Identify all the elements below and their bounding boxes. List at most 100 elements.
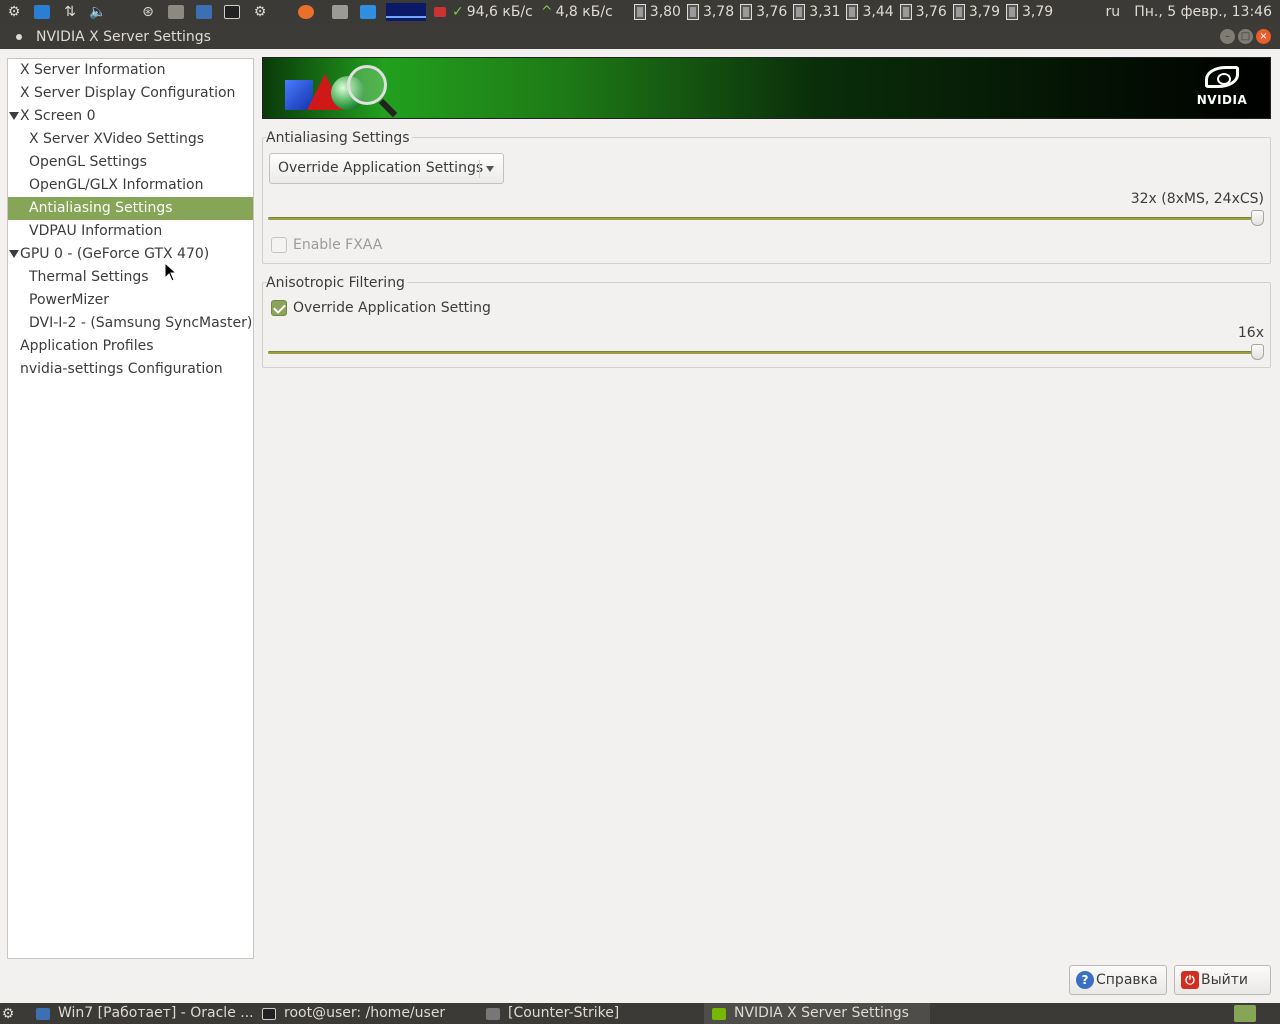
- cpu-frequency-item: 3,31: [793, 4, 840, 20]
- cpu-frequency-value: 3,79: [968, 4, 1000, 20]
- antialiasing-mode-select[interactable]: Override Application Settings: [269, 153, 504, 184]
- disk-icon[interactable]: [165, 2, 187, 22]
- package-icon[interactable]: [357, 2, 379, 22]
- volume-icon[interactable]: 🔈: [87, 2, 109, 22]
- anisotropic-slider-value: 16x: [1237, 325, 1264, 341]
- magnifier-icon: [347, 65, 387, 105]
- counter-strike-task-icon: [486, 1007, 500, 1020]
- sidebar-item-label: Thermal Settings: [29, 268, 149, 285]
- cpu-chip-icon: [846, 4, 859, 20]
- network-icon[interactable]: ⇅: [59, 2, 81, 22]
- chevron-down-icon: [486, 166, 494, 172]
- antialiasing-section-label: Antialiasing Settings: [266, 129, 412, 147]
- sidebar-item-opengl-glx-information[interactable]: OpenGL/GLX Information: [8, 174, 253, 197]
- expander-arrow-icon[interactable]: [9, 249, 19, 258]
- system-monitor-icon[interactable]: ⊛: [137, 2, 159, 22]
- anisotropic-slider[interactable]: [268, 351, 1264, 354]
- taskbar-item-active[interactable]: NVIDIA X Server Settings: [704, 1003, 930, 1024]
- sidebar-item-nvidia-settings-configuration[interactable]: nvidia-settings Configuration: [8, 358, 253, 381]
- net-down: ✓ 94,6 кБ/с: [452, 4, 533, 20]
- quit-button-label: Выйти: [1201, 972, 1249, 988]
- anisotropic-slider-handle[interactable]: [1251, 344, 1264, 360]
- steam-icon[interactable]: ⚙: [3, 2, 25, 22]
- sidebar-item-display-configuration[interactable]: X Server Display Configuration: [8, 82, 253, 105]
- cpu-frequency-item: 3,79: [1005, 4, 1053, 20]
- antialiasing-slider[interactable]: [268, 217, 1264, 220]
- up-arrow-icon: ^: [540, 4, 553, 20]
- sidebar-item-label: X Server Display Configuration: [20, 84, 236, 101]
- sidebar-item-opengl-settings[interactable]: OpenGL Settings: [8, 151, 253, 174]
- combo-separator: [479, 160, 480, 178]
- sidebar-item-thermal-settings[interactable]: Thermal Settings: [8, 266, 253, 289]
- antialiasing-slider-value: 32x (8xMS, 24xCS): [1130, 191, 1264, 207]
- sidebar-item-xvideo-settings[interactable]: X Server XVideo Settings: [8, 128, 253, 151]
- sidebar-item-label: X Server Information: [20, 61, 166, 78]
- net-up: ^ 4,8 кБ/с: [541, 4, 613, 20]
- help-button[interactable]: ? Справка: [1069, 965, 1167, 995]
- window-title-bar[interactable]: NVIDIA X Server Settings – □ ×: [0, 24, 1280, 49]
- cpu-frequency-value: 3,76: [756, 4, 788, 20]
- help-button-label: Справка: [1096, 972, 1158, 988]
- antialiasing-mode-value: Override Application Settings: [278, 160, 484, 176]
- antialiasing-slider-handle[interactable]: [1251, 210, 1264, 226]
- cpu-frequency-list: 3,80 3,78 3,76 3,31 3,44 3,76 3,79 3,79: [631, 4, 1056, 20]
- files-icon[interactable]: [329, 2, 351, 22]
- taskbar-item[interactable]: root@user: /home/user: [262, 1003, 477, 1024]
- keyboard-layout[interactable]: ru: [1106, 4, 1121, 20]
- cpu-chip-icon: [793, 4, 806, 20]
- cpu-frequency-item: 3,79: [952, 4, 1000, 20]
- fxaa-checkbox[interactable]: [271, 237, 287, 253]
- sidebar-item-dvi-i-2[interactable]: DVI-I-2 - (Samsung SyncMaster): [8, 312, 253, 335]
- power-icon: ⏻: [1181, 971, 1199, 989]
- nvidia-task-icon: [712, 1007, 726, 1020]
- taskbar-item-label: Win7 [Работает] - Oracle ...: [58, 1005, 254, 1021]
- sidebar-item-x-screen-0[interactable]: X Screen 0: [8, 105, 253, 128]
- sidebar-item-gpu-0[interactable]: GPU 0 - (GeForce GTX 470): [8, 243, 253, 266]
- cpu-chip-icon: [899, 4, 912, 20]
- close-button[interactable]: ×: [1256, 29, 1271, 44]
- cpu-frequency-item: 3,78: [686, 4, 734, 20]
- expander-arrow-icon[interactable]: [9, 111, 19, 120]
- taskbar-item-label: root@user: /home/user: [284, 1005, 446, 1021]
- cpu-frequency-item: 3,44: [846, 4, 894, 20]
- sidebar-item-antialiasing-settings[interactable]: Antialiasing Settings: [8, 196, 253, 220]
- cpu-frequency-item: 3,80: [633, 4, 681, 20]
- sidebar-item-label: Application Profiles: [20, 337, 154, 354]
- sidebar-item-x-server-information[interactable]: X Server Information: [8, 59, 253, 82]
- window-menu-icon[interactable]: [16, 33, 22, 40]
- anisotropic-frame: [262, 282, 1271, 368]
- firefox-icon[interactable]: [295, 2, 317, 22]
- anisotropic-override-checkbox[interactable]: [271, 300, 287, 316]
- sidebar-item-label: DVI-I-2 - (Samsung SyncMaster): [29, 314, 253, 331]
- sidebar-item-label: Antialiasing Settings: [29, 199, 173, 216]
- clock[interactable]: Пн., 5 февр., 13:46: [1134, 4, 1272, 20]
- teamviewer-icon[interactable]: [31, 2, 53, 22]
- sidebar-item-label: VDPAU Information: [29, 222, 163, 239]
- virtualbox-task-icon: [36, 1007, 50, 1020]
- magnifier-handle: [378, 98, 398, 118]
- net-up-value: 4,8 кБ/с: [555, 4, 613, 20]
- taskbar-item[interactable]: Win7 [Работает] - Oracle ...: [36, 1003, 256, 1024]
- virtualbox-icon[interactable]: [193, 2, 215, 22]
- nvidia-tray-icon[interactable]: [1234, 1005, 1256, 1022]
- steam-tray-icon[interactable]: ⚙: [249, 2, 271, 22]
- sidebar-item-vdpau-information[interactable]: VDPAU Information: [8, 220, 253, 243]
- anisotropic-section-label: Anisotropic Filtering: [266, 274, 407, 292]
- taskbar-item[interactable]: [Counter-Strike]: [486, 1003, 696, 1024]
- maximize-button[interactable]: □: [1238, 29, 1253, 44]
- sidebar-item-application-profiles[interactable]: Application Profiles: [8, 335, 253, 358]
- minimize-button[interactable]: –: [1220, 29, 1235, 44]
- sidebar-item-label: X Screen 0: [20, 107, 96, 124]
- taskbar-item-label: [Counter-Strike]: [508, 1005, 620, 1021]
- cpu-frequency-value: 3,31: [809, 4, 841, 20]
- nvidia-eye-icon: [1205, 66, 1239, 88]
- cpu-frequency-value: 3,76: [915, 4, 947, 20]
- quit-button[interactable]: ⏻ Выйти: [1174, 965, 1271, 995]
- down-arrow-icon: ✓: [452, 4, 464, 20]
- terminal-icon[interactable]: [221, 2, 243, 22]
- navigation-tree[interactable]: X Server Information X Server Display Con…: [7, 58, 254, 959]
- show-desktop-icon[interactable]: ⚙: [0, 1003, 16, 1024]
- cpu-chip-icon: [686, 4, 699, 20]
- help-icon: ?: [1076, 971, 1094, 989]
- sidebar-item-powermizer[interactable]: PowerMizer: [8, 289, 253, 312]
